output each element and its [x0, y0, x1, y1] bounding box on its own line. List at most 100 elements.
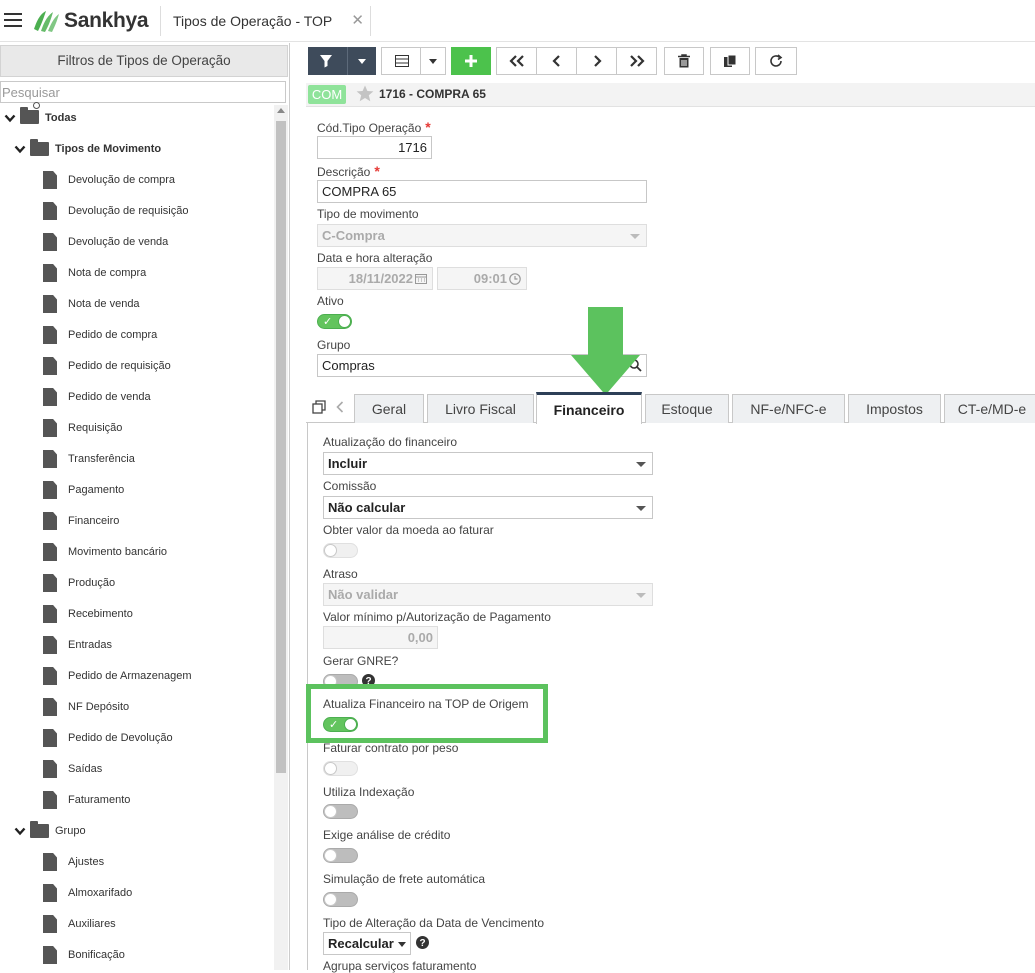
tree-group-tipos-movimento[interactable]: Tipos de Movimento [14, 137, 161, 161]
tab-financeiro[interactable]: Financeiro [536, 392, 642, 424]
tree-item[interactable]: Pedido de requisição [43, 354, 171, 378]
tree-item[interactable]: Requisição [43, 416, 122, 440]
ativo-toggle[interactable]: ✓ [317, 314, 352, 329]
atraso-select[interactable]: Não validar [323, 583, 653, 606]
add-button[interactable] [451, 47, 491, 75]
highlight-box [306, 684, 548, 743]
atualizacao-select[interactable]: Incluir [323, 452, 653, 475]
calendar-icon[interactable] [415, 273, 427, 284]
previous-record-button[interactable] [536, 47, 577, 75]
descricao-label: Descrição * [317, 163, 380, 179]
restore-icon[interactable] [312, 400, 326, 414]
app-tab[interactable]: Tipos de Operação - TOP ✕ [160, 6, 371, 36]
document-icon [43, 884, 57, 902]
tree-item[interactable]: Nota de compra [43, 261, 146, 285]
refresh-button[interactable] [755, 47, 797, 75]
tab-nfe-nfce[interactable]: NF-e/NFC-e [732, 394, 845, 423]
tree-item[interactable]: Movimento bancário [43, 540, 167, 564]
view-dropdown-button[interactable] [420, 47, 446, 75]
tab-impostos[interactable]: Impostos [848, 394, 941, 423]
tree-item[interactable]: Transferência [43, 447, 135, 471]
tree-item[interactable]: Pedido de Armazenagem [43, 664, 192, 688]
next-record-button[interactable] [576, 47, 617, 75]
tree-item[interactable]: Devolução de compra [43, 168, 175, 192]
help-icon[interactable]: ? [416, 936, 429, 949]
tree-root-todas[interactable]: Todas [4, 101, 77, 130]
chevron-down-icon[interactable] [14, 825, 26, 837]
filter-tree: Todas Tipos de Movimento Devolução de comp… [0, 101, 272, 970]
indexacao-label: Utiliza Indexação [323, 785, 415, 799]
tree-item[interactable]: Financeiro [43, 509, 119, 533]
tab-geral[interactable]: Geral [354, 394, 424, 423]
indexacao-toggle[interactable] [323, 804, 358, 819]
scroll-up-icon[interactable] [277, 108, 285, 113]
tree-item-label: Produção [68, 577, 116, 589]
close-icon[interactable]: ✕ [351, 11, 364, 29]
tree-item-label: Saídas [68, 763, 103, 775]
app-tab-title: Tipos de Operação - TOP [173, 13, 333, 29]
tree-item[interactable]: Pedido de compra [43, 323, 157, 347]
cod-field[interactable]: 1716 [317, 136, 432, 159]
tree-scrollbar[interactable] [274, 105, 288, 970]
tree-group-grupo[interactable]: Grupo [14, 819, 86, 843]
scroll-thumb[interactable] [276, 121, 286, 773]
search-input[interactable] [0, 81, 286, 103]
tree-item[interactable]: Nota de venda [43, 292, 140, 316]
frete-toggle[interactable] [323, 892, 358, 907]
tree-item-label: Tipos de Movimento [55, 143, 162, 155]
tree-item[interactable]: Recebimento [43, 602, 133, 626]
time-field[interactable]: 09:01 [437, 267, 527, 290]
descricao-field[interactable]: COMPRA 65 [317, 180, 647, 203]
valor-minimo-field[interactable]: 0,00 [323, 626, 438, 649]
last-record-button[interactable] [616, 47, 657, 75]
copy-button[interactable] [710, 47, 750, 75]
vencimento-select[interactable]: Recalcular [323, 932, 411, 955]
chevron-down-icon[interactable] [14, 143, 26, 155]
document-icon [43, 915, 57, 933]
tree-item[interactable]: Pedido de Devolução [43, 726, 173, 750]
first-record-button[interactable] [496, 47, 537, 75]
tree-item[interactable]: Pedido de venda [43, 385, 151, 409]
chevron-down-icon[interactable] [4, 112, 16, 124]
tree-item-label: Movimento bancário [68, 546, 168, 558]
delete-button[interactable] [664, 47, 704, 75]
tree-item-label: Transferência [68, 453, 135, 465]
moeda-toggle[interactable] [323, 543, 358, 558]
date-field[interactable]: 18/11/2022 [317, 267, 433, 290]
tree-item-label: Devolução de requisição [68, 205, 189, 217]
tree-item[interactable]: NF Depósito [43, 695, 129, 719]
menu-icon[interactable] [4, 13, 22, 27]
chevron-right-icon [593, 55, 602, 67]
tree-item-label: Nota de venda [68, 298, 140, 310]
tree-item[interactable]: Entradas [43, 633, 112, 657]
star-icon[interactable] [356, 85, 374, 102]
chevron-left-icon[interactable] [336, 401, 344, 413]
grid-view-button[interactable] [381, 47, 421, 75]
tree-item[interactable]: Auxiliares [43, 912, 116, 936]
chevron-down-icon [429, 58, 437, 64]
tab-livro-fiscal[interactable]: Livro Fiscal [427, 394, 534, 423]
brand-logo: Sankhya [32, 8, 149, 34]
tree-item[interactable]: Bonificação [43, 943, 125, 967]
tipo-movimento-select[interactable]: C-Compra [317, 224, 647, 247]
comissao-select[interactable]: Não calcular [323, 496, 653, 519]
tree-item[interactable]: Ajustes [43, 850, 104, 874]
comissao-label: Comissão [323, 479, 377, 493]
tree-item[interactable]: Almoxarifado [43, 881, 132, 905]
annotation-arrow-icon [571, 307, 640, 395]
tree-item[interactable]: Saídas [43, 757, 102, 781]
tree-item[interactable]: Pagamento [43, 478, 124, 502]
document-icon [43, 326, 57, 344]
clock-icon[interactable] [509, 272, 521, 285]
faturar-peso-toggle[interactable] [323, 761, 358, 776]
tree-item[interactable]: Produção [43, 571, 115, 595]
tree-item[interactable]: Devolução de requisição [43, 199, 188, 223]
tree-item[interactable]: Devolução de venda [43, 230, 168, 254]
credito-toggle[interactable] [323, 848, 358, 863]
filter-button[interactable] [308, 47, 376, 75]
document-icon [43, 512, 57, 530]
tab-estoque[interactable]: Estoque [645, 394, 729, 423]
frete-label: Simulação de frete automática [323, 872, 486, 886]
tree-item[interactable]: Faturamento [43, 788, 130, 812]
tab-cte-mde[interactable]: CT-e/MD-e [944, 394, 1035, 423]
